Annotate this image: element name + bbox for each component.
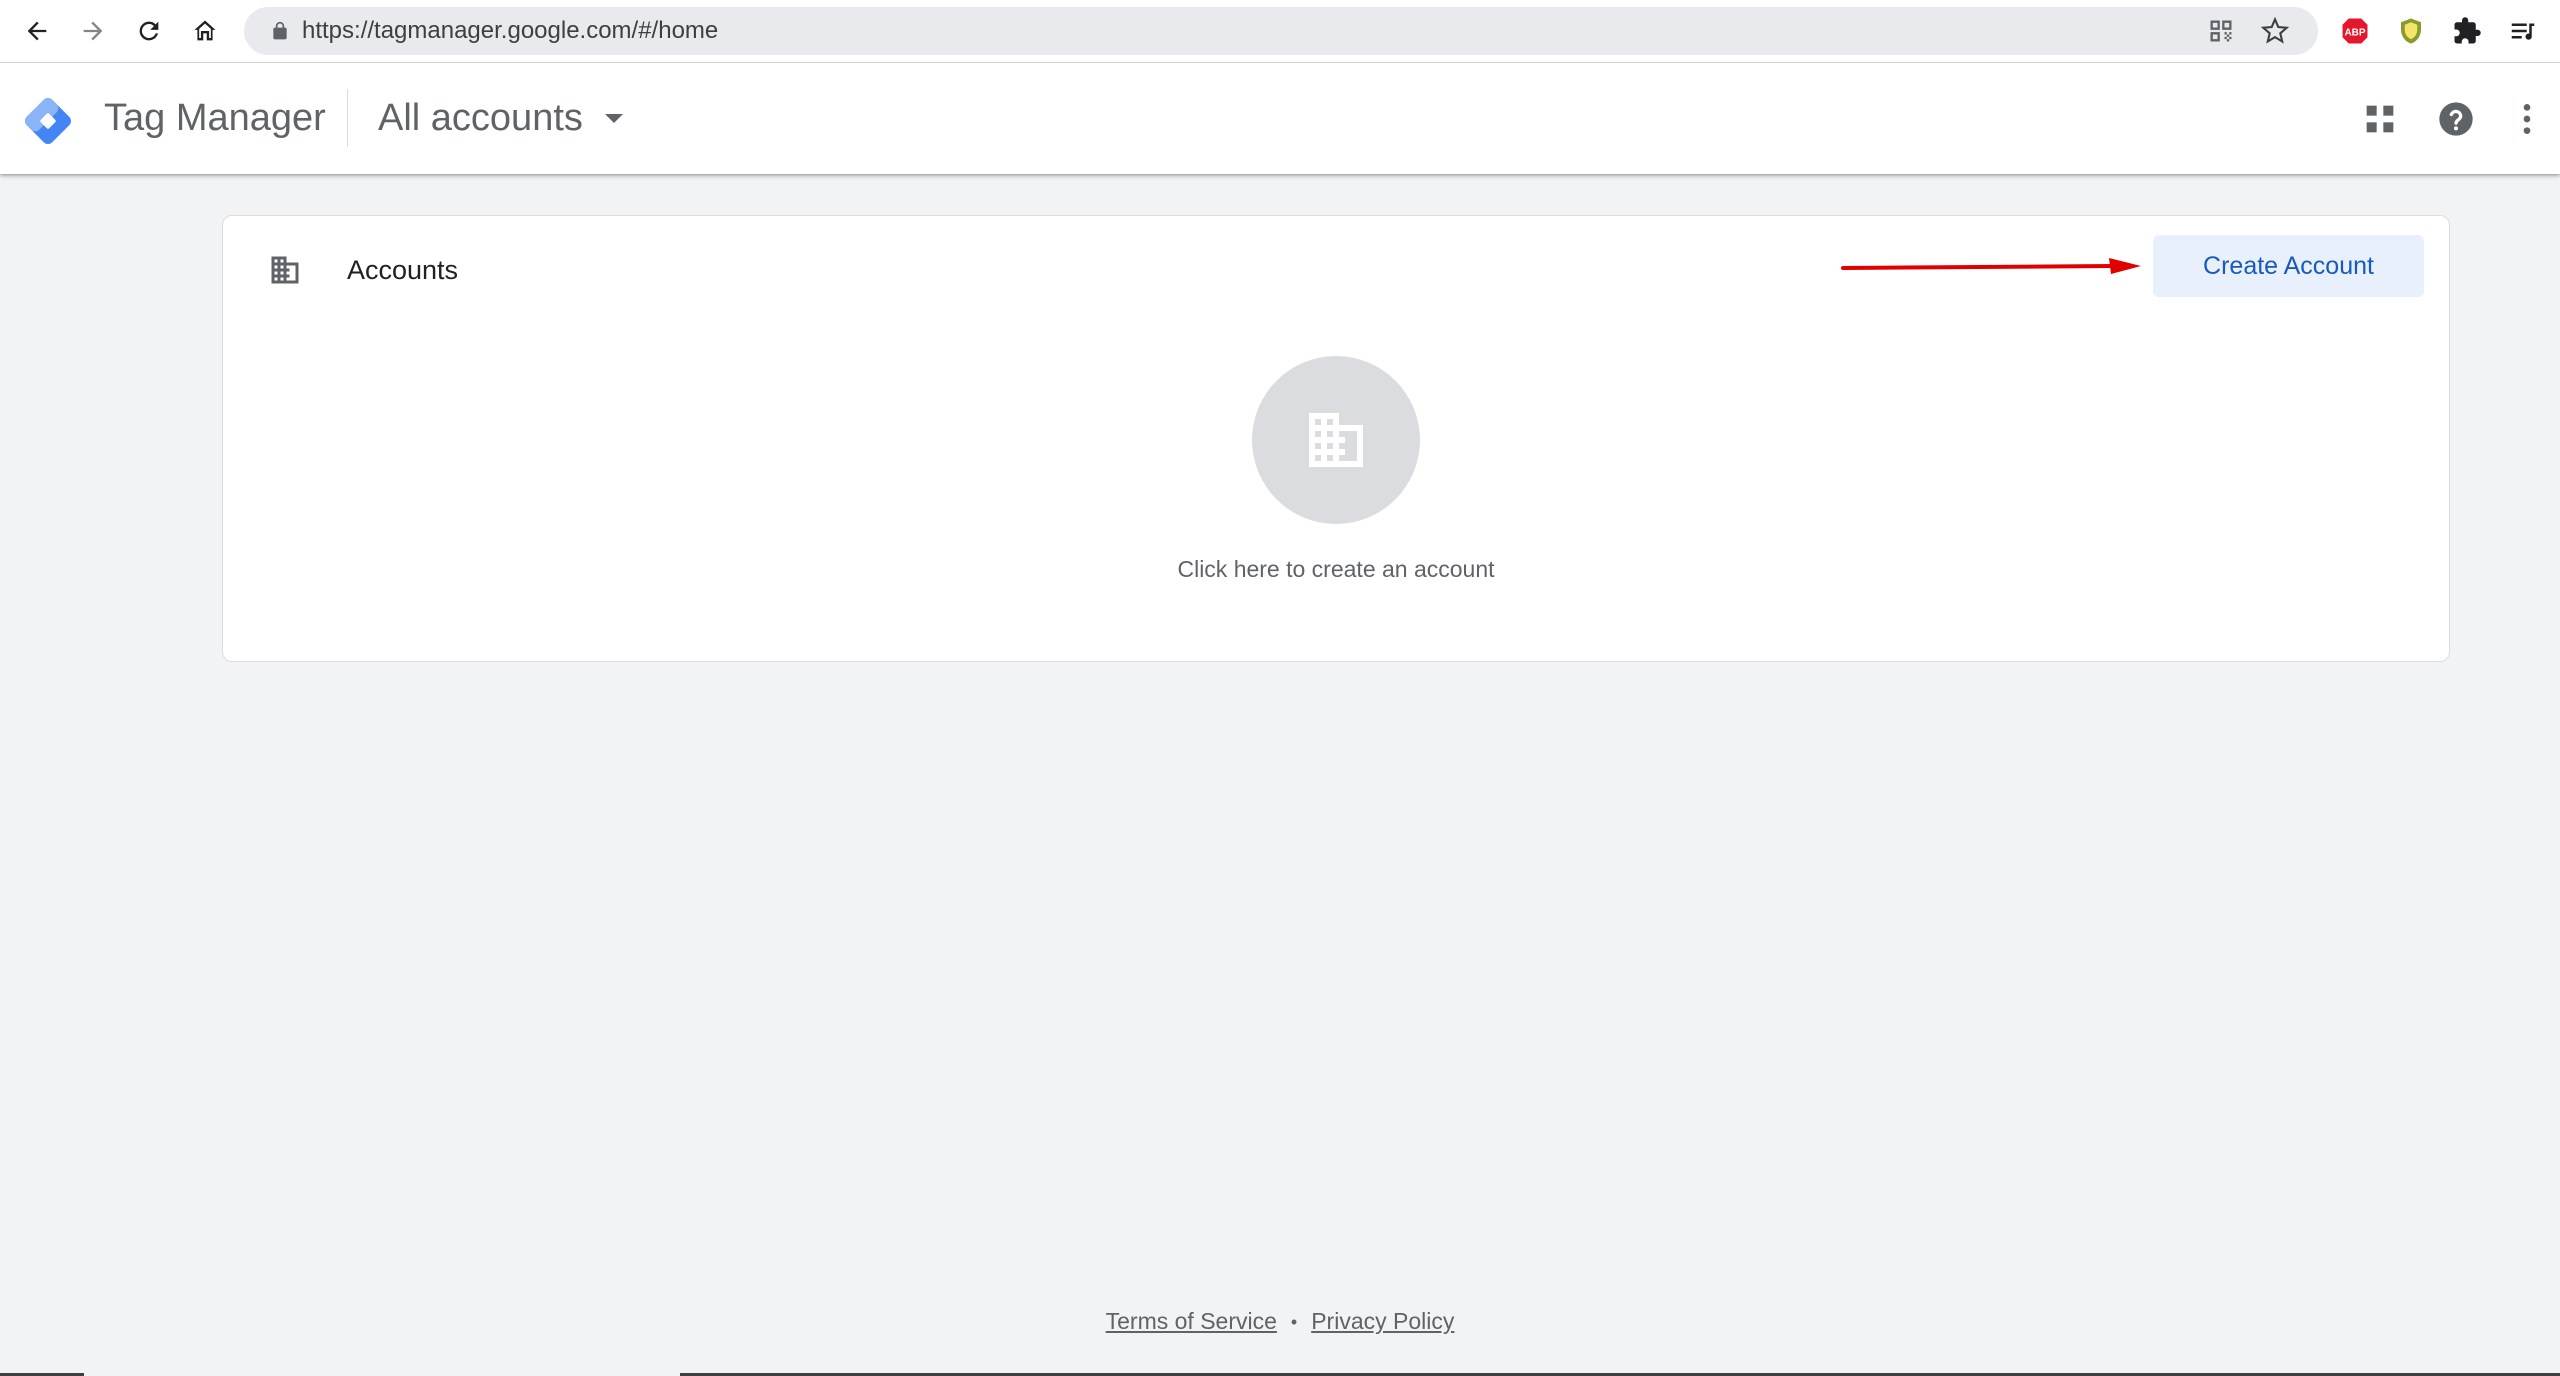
qr-code-icon: [2210, 20, 2232, 42]
footer: Terms of Service • Privacy Policy: [0, 1308, 2560, 1335]
annotation-arrow: [1841, 258, 2141, 274]
extensions-button[interactable]: [2450, 14, 2484, 48]
building-icon: [1309, 413, 1363, 467]
reload-icon: [139, 21, 159, 41]
address-bar[interactable]: https://tagmanager.google.com/#/home: [244, 7, 2318, 55]
create-account-button[interactable]: Create Account: [2153, 235, 2424, 297]
more-options-button[interactable]: [2503, 95, 2551, 143]
empty-state-text[interactable]: Click here to create an account: [223, 556, 2449, 583]
header-divider: [347, 89, 348, 147]
help-icon: [2439, 102, 2473, 136]
create-account-placeholder[interactable]: [1252, 356, 1420, 524]
footer-separator: •: [1290, 1312, 1298, 1333]
help-button[interactable]: [2432, 95, 2480, 143]
forward-button[interactable]: [72, 10, 114, 52]
product-name[interactable]: Tag Manager: [104, 63, 326, 174]
building-icon: [271, 256, 299, 284]
app-header: Tag Manager All accounts: [0, 63, 2560, 174]
more-vert-icon: [2523, 104, 2531, 134]
reading-list-icon: [2511, 23, 2535, 40]
privacy-policy-link[interactable]: Privacy Policy: [1311, 1308, 1454, 1334]
lock-icon: [273, 21, 287, 40]
reading-list-button[interactable]: [2506, 14, 2540, 48]
adblock-plus-extension[interactable]: ABP: [2338, 14, 2372, 48]
accounts-card: Accounts Create Account Click here to cr…: [222, 215, 2450, 662]
qr-code-button[interactable]: [2206, 16, 2236, 46]
apps-button[interactable]: [2356, 95, 2404, 143]
back-button[interactable]: [16, 10, 58, 52]
url-text[interactable]: https://tagmanager.google.com/#/home: [302, 7, 718, 55]
browser-toolbar: https://tagmanager.google.com/#/home ABP: [0, 0, 2560, 63]
account-selector[interactable]: All accounts: [378, 63, 623, 174]
svg-text:ABP: ABP: [2344, 27, 2365, 38]
puzzle-extensions-icon: [2454, 17, 2481, 44]
card-title: Accounts: [347, 255, 459, 285]
account-selector-label: All accounts: [378, 97, 583, 139]
apps-grid-icon: [2366, 105, 2394, 133]
adblock-plus-icon: ABP: [2342, 18, 2368, 44]
bookmark-star-button[interactable]: [2260, 16, 2290, 46]
tag-manager-logo-icon[interactable]: [20, 93, 76, 149]
terms-of-service-link[interactable]: Terms of Service: [1106, 1308, 1277, 1334]
shield-extension-icon: [2401, 18, 2421, 44]
reload-button[interactable]: [128, 10, 170, 52]
forward-icon: [83, 21, 103, 41]
home-button[interactable]: [184, 10, 226, 52]
home-icon: [194, 20, 216, 41]
dropdown-arrow-icon: [604, 114, 623, 123]
back-icon: [27, 21, 47, 41]
shield-extension[interactable]: [2394, 14, 2428, 48]
star-icon: [2261, 17, 2289, 44]
